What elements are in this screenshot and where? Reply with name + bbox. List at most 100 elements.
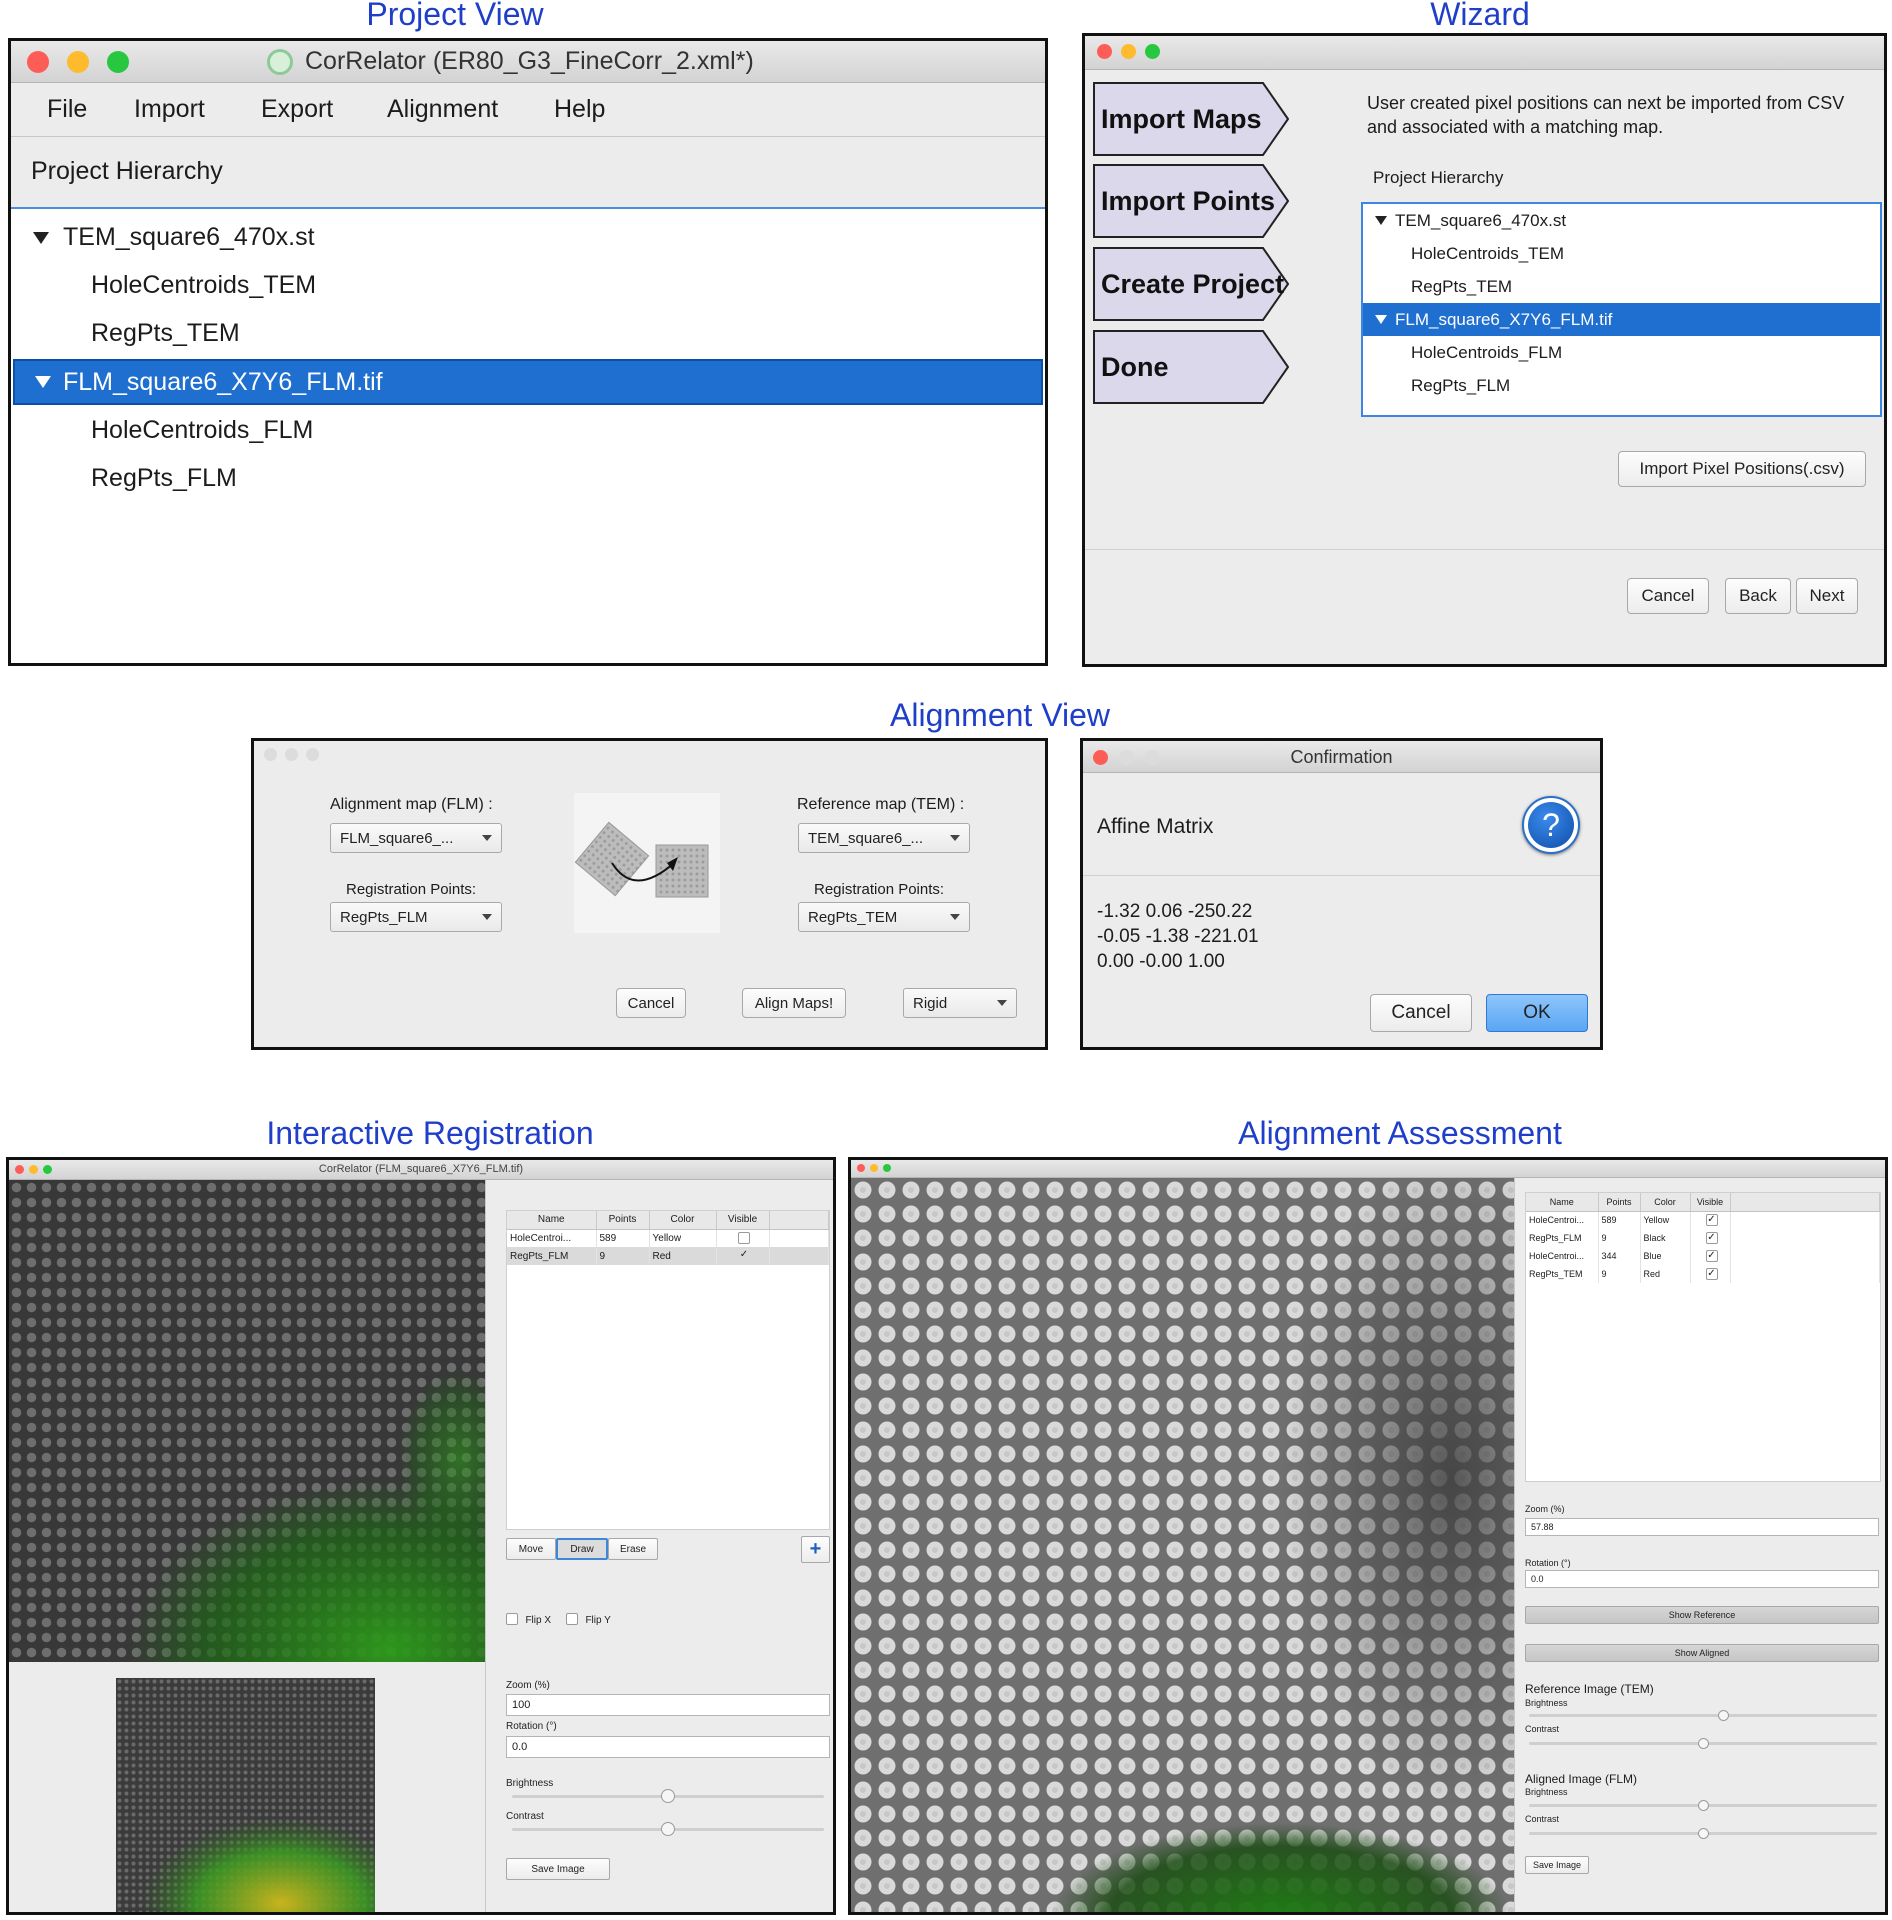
menu-file[interactable]: File <box>47 95 87 124</box>
slider-thumb[interactable] <box>1697 1738 1709 1749</box>
column-header-visible[interactable]: Visible <box>1690 1193 1731 1212</box>
expand-triangle-icon[interactable] <box>1375 315 1387 324</box>
reference-map-select[interactable]: TEM_square6_... <box>798 823 970 853</box>
table-row[interactable]: RegPts_TEM 9 Red ✓ <box>1526 1265 1880 1283</box>
erase-tool-button[interactable]: Erase <box>608 1538 658 1560</box>
minimize-button[interactable] <box>1121 44 1136 59</box>
table-row[interactable]: RegPts_FLM 9 Black ✓ <box>1526 1229 1880 1247</box>
tree-row-holecentroids-flm[interactable]: HoleCentroids_FLM <box>11 407 1045 455</box>
wizard-step-import-maps[interactable]: Import Maps <box>1093 82 1289 156</box>
table-row[interactable]: HoleCentroi... 344 Blue ✓ <box>1526 1247 1880 1265</box>
wizard-cancel-button[interactable]: Cancel <box>1627 578 1709 614</box>
column-header-color[interactable]: Color <box>1640 1193 1691 1212</box>
column-header-name[interactable]: Name <box>1526 1193 1599 1212</box>
flip-x-toggle[interactable]: Flip X <box>506 1610 551 1628</box>
tree-row-holecentroids-tem[interactable]: HoleCentroids_TEM <box>1363 237 1880 270</box>
ref-brightness-slider[interactable] <box>1529 1710 1877 1721</box>
wizard-next-button[interactable]: Next <box>1796 578 1858 614</box>
table-row[interactable]: HoleCentroi... 589 Yellow <box>507 1229 829 1247</box>
visible-checkbox[interactable]: ✓ <box>1705 1250 1718 1262</box>
close-button[interactable] <box>264 748 277 761</box>
close-button[interactable] <box>1097 44 1112 59</box>
visible-checkbox[interactable] <box>738 1232 750 1245</box>
transform-mode-select[interactable]: Rigid <box>903 988 1017 1018</box>
zoom-button[interactable] <box>107 51 129 73</box>
zoom-input[interactable]: 57.88 <box>1525 1518 1879 1536</box>
zoom-button[interactable] <box>306 748 319 761</box>
visible-checkbox[interactable]: ✓ <box>1705 1268 1718 1280</box>
tree-row-regpts-tem[interactable]: RegPts_TEM <box>1363 270 1880 303</box>
expand-triangle-icon[interactable] <box>33 232 49 244</box>
wizard-step-create-project[interactable]: Create Project <box>1093 247 1289 321</box>
column-header-color[interactable]: Color <box>649 1211 717 1230</box>
tree-row-tem-map[interactable]: TEM_square6_470x.st <box>11 214 1045 262</box>
zoom-input[interactable]: 100 <box>506 1694 830 1716</box>
show-aligned-button[interactable]: Show Aligned <box>1525 1644 1879 1662</box>
zoom-button[interactable] <box>1145 44 1160 59</box>
tree-row-regpts-flm[interactable]: RegPts_FLM <box>11 455 1045 503</box>
column-header-visible[interactable]: Visible <box>716 1211 770 1230</box>
table-row[interactable]: RegPts_FLM 9 Red ✓ <box>507 1247 829 1265</box>
expand-triangle-icon[interactable] <box>1375 216 1387 225</box>
align-maps-button[interactable]: Align Maps! <box>742 988 846 1018</box>
alignment-map-select[interactable]: FLM_square6_... <box>330 823 502 853</box>
visible-checkbox[interactable]: ✓ <box>738 1250 750 1262</box>
slider-thumb[interactable] <box>1718 1710 1730 1721</box>
tree-row-regpts-tem[interactable]: RegPts_TEM <box>11 310 1045 358</box>
minimize-button[interactable] <box>870 1164 878 1172</box>
tree-row-holecentroids-tem[interactable]: HoleCentroids_TEM <box>11 262 1045 310</box>
move-tool-button[interactable]: Move <box>506 1538 556 1560</box>
table-row[interactable]: HoleCentroi... 589 Yellow ✓ <box>1526 1211 1880 1229</box>
dialog-ok-button[interactable]: OK <box>1486 994 1588 1032</box>
left-reg-points-select[interactable]: RegPts_FLM <box>330 902 502 932</box>
visible-checkbox[interactable]: ✓ <box>1705 1232 1718 1244</box>
show-reference-button[interactable]: Show Reference <box>1525 1606 1879 1624</box>
slider-thumb[interactable] <box>1697 1828 1709 1839</box>
menu-import[interactable]: Import <box>134 95 205 124</box>
rotation-input[interactable]: 0.0 <box>1525 1570 1879 1588</box>
column-header-name[interactable]: Name <box>507 1211 597 1230</box>
al-contrast-slider[interactable] <box>1529 1828 1877 1839</box>
flip-y-toggle[interactable]: Flip Y <box>566 1610 611 1628</box>
tree-row-holecentroids-flm[interactable]: HoleCentroids_FLM <box>1363 336 1880 369</box>
tree-row-tem-map[interactable]: TEM_square6_470x.st <box>1363 204 1880 237</box>
save-image-button[interactable]: Save Image <box>506 1858 610 1880</box>
slider-thumb[interactable] <box>661 1822 675 1836</box>
flip-x-checkbox[interactable] <box>506 1612 518 1625</box>
rotation-input[interactable]: 0.0 <box>506 1736 830 1758</box>
slider-thumb[interactable] <box>661 1789 675 1803</box>
tree-row-regpts-flm[interactable]: RegPts_FLM <box>1363 369 1880 402</box>
wizard-step-done[interactable]: Done <box>1093 330 1289 404</box>
overview-thumbnail[interactable] <box>116 1678 375 1912</box>
tree-row-flm-map-selected[interactable]: FLM_square6_X7Y6_FLM.tif <box>13 359 1043 405</box>
add-point-set-button[interactable]: + <box>801 1536 830 1563</box>
minimize-button[interactable] <box>285 748 298 761</box>
flm-image-canvas[interactable] <box>9 1180 485 1662</box>
menu-help[interactable]: Help <box>554 95 605 124</box>
import-pixel-positions-button[interactable]: Import Pixel Positions(.csv) <box>1618 451 1866 487</box>
brightness-slider[interactable] <box>512 1789 824 1803</box>
slider-thumb[interactable] <box>1697 1800 1709 1811</box>
flip-y-checkbox[interactable] <box>566 1612 578 1625</box>
contrast-slider[interactable] <box>512 1822 824 1836</box>
right-reg-points-select[interactable]: RegPts_TEM <box>798 902 970 932</box>
draw-tool-button[interactable]: Draw <box>556 1538 608 1560</box>
save-image-button[interactable]: Save Image <box>1525 1856 1589 1874</box>
wizard-back-button[interactable]: Back <box>1725 578 1791 614</box>
close-button[interactable] <box>27 51 49 73</box>
ref-contrast-slider[interactable] <box>1529 1738 1877 1749</box>
alignment-cancel-button[interactable]: Cancel <box>616 988 686 1018</box>
minimize-button[interactable] <box>67 51 89 73</box>
tree-row-flm-map-selected[interactable]: FLM_square6_X7Y6_FLM.tif <box>1363 303 1880 336</box>
column-header-points[interactable]: Points <box>596 1211 650 1230</box>
expand-triangle-icon[interactable] <box>35 376 51 388</box>
menu-export[interactable]: Export <box>261 95 333 124</box>
wizard-step-import-points[interactable]: Import Points <box>1093 164 1289 238</box>
column-header-points[interactable]: Points <box>1598 1193 1641 1212</box>
overlay-image-canvas[interactable] <box>851 1178 1514 1912</box>
al-brightness-slider[interactable] <box>1529 1800 1877 1811</box>
menu-alignment[interactable]: Alignment <box>387 95 498 124</box>
dialog-cancel-button[interactable]: Cancel <box>1370 994 1472 1032</box>
close-button[interactable] <box>857 1164 865 1172</box>
zoom-button[interactable] <box>883 1164 891 1172</box>
